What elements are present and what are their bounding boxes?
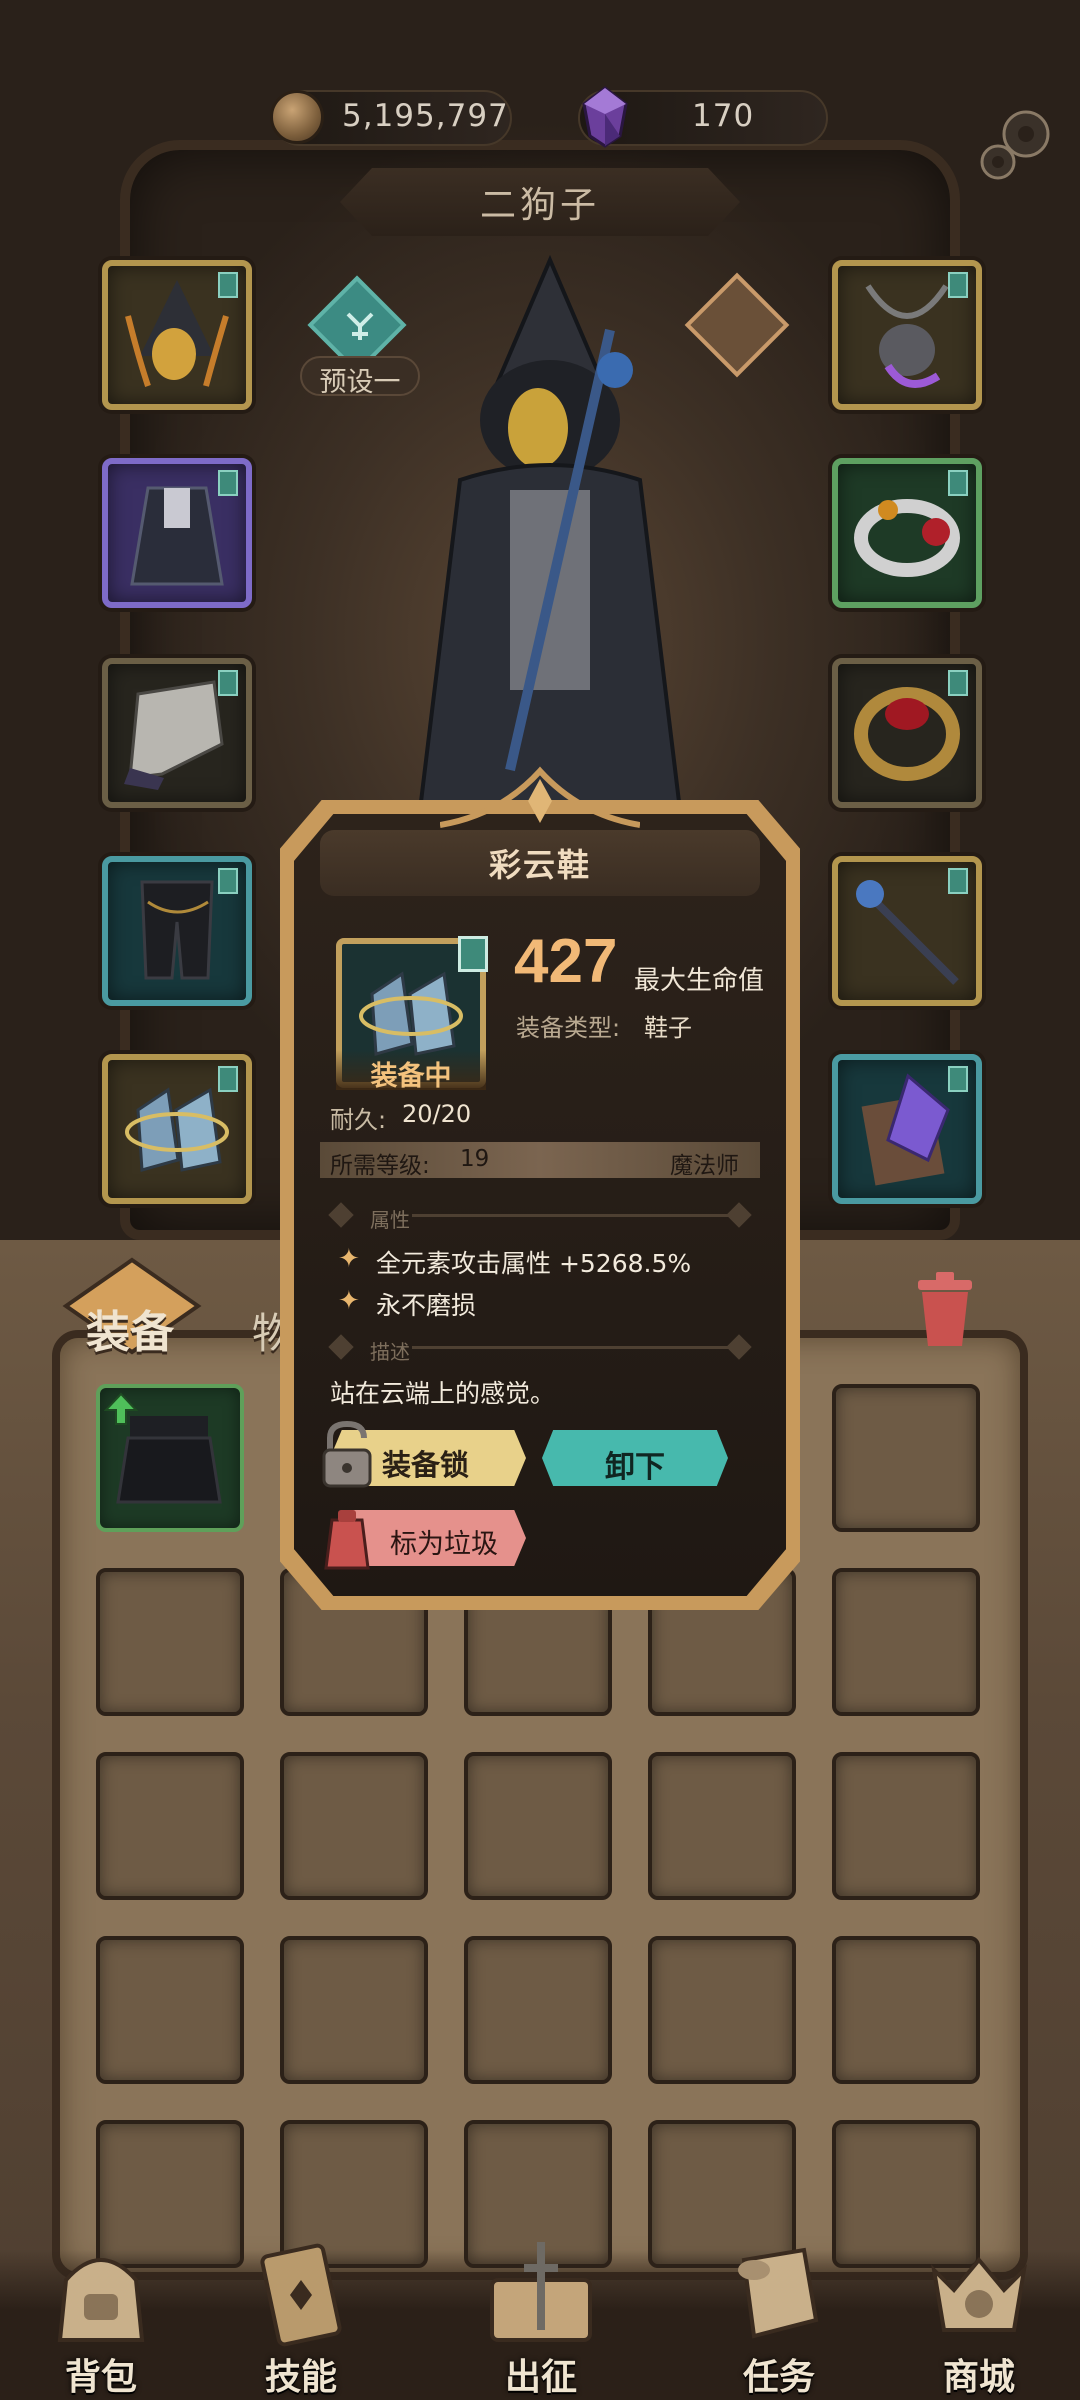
inventory-slot[interactable] [96,1568,244,1716]
equipped-badge-text: 装备中 [370,1061,452,1092]
inventory-slot[interactable] [280,1752,428,1900]
character-portrait [417,254,683,810]
gear-icon[interactable] [970,100,1060,190]
equip-slot-ring-1[interactable] [832,458,982,608]
description-divider [412,1346,732,1349]
nav-quests-label: 任务 [742,2357,815,2398]
equip-slot-offhand[interactable] [832,1054,982,1204]
inventory-slot[interactable] [464,1936,612,2084]
skirt-icon [116,1416,222,1504]
inventory-slot[interactable] [280,1936,428,2084]
equip-slot-legs[interactable] [102,856,252,1006]
nav-expedition-label: 出征 [504,2357,577,2398]
attributes-header: 属性 [370,1208,410,1232]
equip-slot-amulet[interactable] [832,260,982,410]
item-description: 站在云端上的感觉。 [330,1379,556,1408]
item-type-value: 鞋子 [644,1014,692,1042]
mark-junk-label: 标为垃圾 [390,1529,498,1560]
equipped-flag-icon [218,1066,238,1092]
gem-icon [582,86,628,148]
equipped-flag-icon [948,470,968,496]
character-name[interactable]: 二狗子 [340,176,740,228]
shop-crest-icon [931,2256,1027,2332]
durability-value: 20/20 [402,1100,472,1128]
inventory-slot[interactable] [648,1752,796,1900]
item-name: 彩云鞋 [488,846,591,884]
equipped-flag-icon [948,272,968,298]
inventory-slot[interactable] [832,1936,980,2084]
equipped-flag-icon [218,272,238,298]
scroll-icon [738,2247,819,2339]
tab-equipment[interactable]: 装备 [86,1296,174,1360]
inventory-slot[interactable] [96,1752,244,1900]
equipped-flag-icon [948,1066,968,1092]
gold-amount: 5,195,797 [342,98,509,134]
trash-icon[interactable] [912,1270,978,1350]
sparkle-icon: ✦ [338,1286,360,1316]
nav-bag[interactable]: 背包 [16,2240,186,2400]
inventory-slot[interactable] [832,1384,980,1532]
equip-slot-feet[interactable] [102,1054,252,1204]
inventory-slot[interactable] [96,1936,244,2084]
equipped-flag-icon [218,470,238,496]
equipped-flag-icon [948,868,968,894]
durability-label: 耐久: [330,1106,387,1134]
nav-skills[interactable]: 技能 [216,2240,386,2400]
required-class: 魔法师 [670,1153,739,1179]
lock-icon [322,1420,372,1488]
nav-shop[interactable]: 商城 [894,2240,1064,2400]
equip-slot-body[interactable] [102,458,252,608]
description-header: 描述 [370,1340,410,1364]
required-level-value: 19 [460,1146,490,1172]
inventory-slot[interactable] [464,1752,612,1900]
inventory-slot[interactable] [832,1568,980,1716]
nav-shop-label: 商城 [942,2357,1015,2398]
inventory-slot[interactable] [832,1752,980,1900]
junk-tag-icon [324,1510,370,1570]
equipped-flag-icon [458,936,488,972]
main-stat-name: 最大生命值 [634,966,765,996]
attribute-line: 全元素攻击属性 +5268.5% [376,1249,692,1278]
equip-slot-ring-2[interactable] [832,658,982,808]
main-stat-value: 427 [514,927,618,996]
nav-expedition[interactable]: 出征 [456,2240,626,2400]
nav-skills-label: 技能 [264,2357,337,2398]
sparkle-icon: ✦ [338,1244,360,1274]
attributes-divider [412,1214,732,1217]
nav-bag-label: 背包 [64,2357,137,2398]
lock-equipment-label: 装备锁 [382,1448,470,1482]
attribute-line: 永不磨损 [376,1291,477,1320]
coin-icon [270,90,324,144]
inventory-slot[interactable] [648,1936,796,2084]
nav-quests[interactable]: 任务 [694,2240,864,2400]
equipped-flag-icon [218,670,238,696]
backpack-icon [57,2258,145,2342]
equipped-flag-icon [948,670,968,696]
skill-book-icon [260,2243,342,2347]
required-level-label: 所需等级: [330,1153,430,1179]
equipped-flag-icon [218,868,238,894]
unequip-label: 卸下 [605,1450,665,1485]
gem-amount: 170 [692,98,755,134]
inventory-slot[interactable] [96,1384,244,1532]
equip-slot-head[interactable] [102,260,252,410]
map-sword-icon [490,2242,592,2342]
equip-slot-arms[interactable] [102,658,252,808]
popup-crest-icon [440,766,640,828]
item-type-label: 装备类型: [516,1014,621,1042]
equip-slot-weapon[interactable] [832,856,982,1006]
